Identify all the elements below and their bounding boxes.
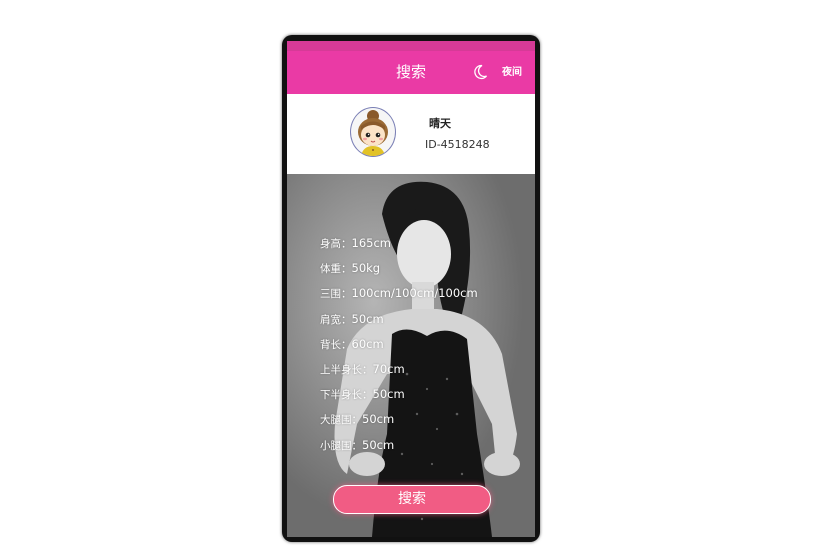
measurement-label: 体重：	[320, 263, 352, 276]
measurement-label: 大腿围：	[320, 414, 362, 427]
profile-card: 晴天 ID-4518248	[287, 94, 535, 174]
user-id: ID-4518248	[425, 138, 490, 151]
measurement-row: 体重：50kg	[320, 256, 478, 281]
measurement-label: 身高：	[320, 238, 352, 250]
measurement-row: 肩宽：50cm	[320, 307, 478, 332]
moon-icon[interactable]	[472, 64, 488, 80]
night-mode-label[interactable]: 夜间	[502, 51, 522, 94]
measurement-value: 50cm	[372, 387, 405, 402]
measurement-label: 下半身长：	[320, 389, 373, 402]
measurement-row: 小腿围：50cm	[320, 433, 478, 458]
phone-frame: 搜索 夜间 晴天 ID-4518248 身高：165cm 体重：50kg 三围：…	[282, 35, 540, 542]
username: 晴天	[429, 117, 451, 130]
measurement-value: 50cm	[362, 412, 395, 427]
measurement-value: 165cm	[351, 236, 391, 250]
measurement-label: 上半身长：	[320, 363, 373, 376]
app-header: 搜索 夜间	[287, 51, 535, 94]
measurement-label: 小腿围：	[320, 439, 362, 452]
measurement-value: 50cm	[362, 437, 395, 452]
status-bar	[287, 41, 535, 51]
measurement-row: 大腿围：50cm	[320, 407, 478, 432]
measurement-label: 肩宽：	[320, 313, 352, 326]
measurement-value: 60cm	[351, 336, 384, 351]
avatar[interactable]	[350, 107, 396, 157]
measurement-row: 上半身长：70cm	[320, 357, 478, 382]
measurement-row: 背长：60cm	[320, 332, 478, 357]
model-photo: 身高：165cm 体重：50kg 三围：100cm/100cm/100cm 肩宽…	[287, 174, 535, 537]
search-button[interactable]: 搜索	[333, 485, 491, 514]
avatar-illustration	[358, 110, 388, 156]
measurement-row: 下半身长：50cm	[320, 382, 478, 407]
stage: 搜索 夜间 晴天 ID-4518248 身高：165cm 体重：50kg 三围：…	[0, 0, 825, 550]
measurement-label: 背长：	[320, 338, 352, 351]
measurement-value: 50cm	[351, 311, 384, 326]
header-title: 搜索	[395, 63, 426, 81]
app-screen: 搜索 夜间 晴天 ID-4518248 身高：165cm 体重：50kg 三围：…	[287, 41, 535, 537]
measurement-label: 三围：	[320, 288, 352, 301]
measurement-value: 70cm	[372, 361, 405, 376]
measurement-value: 50kg	[351, 261, 381, 276]
measurement-list: 身高：165cm 体重：50kg 三围：100cm/100cm/100cm 肩宽…	[320, 231, 478, 458]
measurement-row: 身高：165cm	[320, 231, 478, 256]
measurement-row: 三围：100cm/100cm/100cm	[320, 281, 478, 306]
measurement-value: 100cm/100cm/100cm	[351, 286, 478, 301]
